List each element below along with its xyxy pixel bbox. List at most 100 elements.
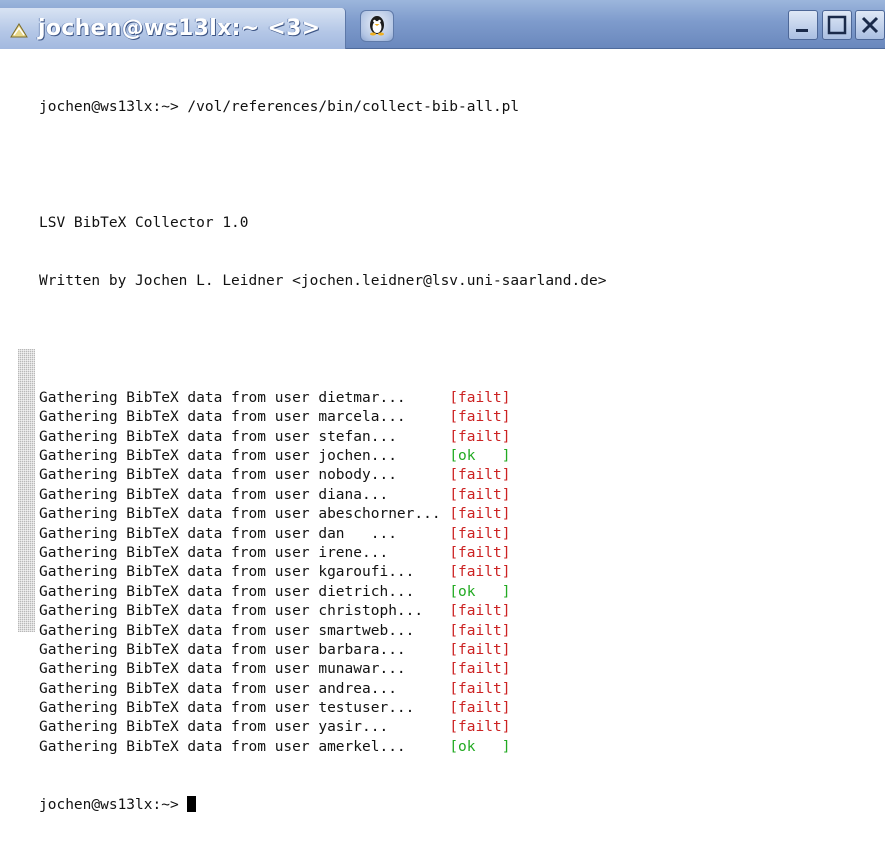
gather-row-text: Gathering BibTeX data from user abeschor… bbox=[39, 506, 450, 523]
close-button[interactable] bbox=[855, 10, 885, 40]
text-cursor bbox=[187, 796, 197, 813]
minimize-button[interactable] bbox=[788, 10, 818, 40]
status-text: failt bbox=[458, 700, 502, 717]
gather-row: Gathering BibTeX data from user marcela.… bbox=[39, 408, 606, 427]
status-bracket: [ bbox=[449, 506, 459, 523]
gather-row-text: Gathering BibTeX data from user andrea..… bbox=[39, 680, 450, 697]
status-text: failt bbox=[458, 544, 502, 561]
tux-icon[interactable] bbox=[360, 10, 394, 42]
status-badge: [failt] bbox=[449, 563, 510, 582]
status-bracket: ] bbox=[501, 389, 511, 406]
status-text: failt bbox=[458, 564, 502, 581]
status-badge: [failt] bbox=[449, 641, 510, 660]
gather-row: Gathering BibTeX data from user amerkel.… bbox=[39, 738, 606, 757]
status-text: failt bbox=[458, 467, 502, 484]
status-badge: [ok ] bbox=[449, 447, 510, 466]
status-badge: [failt] bbox=[449, 389, 510, 408]
gather-row-text: Gathering BibTeX data from user dietrich… bbox=[39, 583, 450, 600]
status-bracket: [ bbox=[449, 409, 459, 426]
status-text: failt bbox=[458, 680, 502, 697]
status-bracket: [ bbox=[449, 700, 459, 717]
prompt-line[interactable]: jochen@ws13lx:~> bbox=[39, 796, 606, 815]
terminal-area[interactable]: jochen@ws13lx:~> /vol/references/bin/col… bbox=[0, 49, 885, 813]
maximize-button[interactable] bbox=[822, 10, 852, 40]
status-badge: [failt] bbox=[449, 718, 510, 737]
gather-row-text: Gathering BibTeX data from user barbara.… bbox=[39, 641, 450, 658]
status-badge: [failt] bbox=[449, 486, 510, 505]
gather-row: Gathering BibTeX data from user andrea..… bbox=[39, 680, 606, 699]
prompt-text: jochen@ws13lx:~> bbox=[39, 797, 188, 814]
status-bracket: ] bbox=[501, 544, 511, 561]
banner-line: LSV BibTeX Collector 1.0 bbox=[39, 215, 249, 232]
status-badge: [ok ] bbox=[449, 738, 510, 757]
banner-line: Written by Jochen L. Leidner <jochen.lei… bbox=[39, 273, 607, 290]
status-text: failt bbox=[458, 719, 502, 736]
status-bracket: [ bbox=[449, 719, 459, 736]
gather-row: Gathering BibTeX data from user kgaroufi… bbox=[39, 563, 606, 582]
status-bracket: [ bbox=[449, 428, 459, 445]
status-badge: [failt] bbox=[449, 622, 510, 641]
status-bracket: [ bbox=[449, 389, 459, 406]
gather-row: Gathering BibTeX data from user irene...… bbox=[39, 544, 606, 563]
status-badge: [failt] bbox=[449, 408, 510, 427]
status-bracket: ] bbox=[501, 486, 511, 503]
status-bracket: ] bbox=[501, 525, 511, 542]
status-bracket: ] bbox=[501, 583, 511, 600]
status-text: ok bbox=[458, 738, 502, 755]
status-bracket: [ bbox=[449, 641, 459, 658]
status-badge: [failt] bbox=[449, 505, 510, 524]
status-bracket: [ bbox=[449, 661, 459, 678]
status-bracket: [ bbox=[449, 738, 459, 755]
gather-row: Gathering BibTeX data from user dan ... … bbox=[39, 525, 606, 544]
gather-row: Gathering BibTeX data from user munawar.… bbox=[39, 660, 606, 679]
command-line: jochen@ws13lx:~> /vol/references/bin/col… bbox=[39, 98, 520, 115]
gather-row: Gathering BibTeX data from user yasir...… bbox=[39, 718, 606, 737]
status-bracket: [ bbox=[449, 583, 459, 600]
status-bracket: [ bbox=[449, 525, 459, 542]
status-text: failt bbox=[458, 506, 502, 523]
status-bracket: ] bbox=[501, 738, 511, 755]
gather-row: Gathering BibTeX data from user abeschor… bbox=[39, 505, 606, 524]
gather-row-text: Gathering BibTeX data from user kgaroufi… bbox=[39, 564, 450, 581]
status-bracket: ] bbox=[501, 428, 511, 445]
status-text: ok bbox=[458, 448, 502, 464]
status-text: failt bbox=[458, 409, 502, 426]
status-bracket: [ bbox=[449, 622, 459, 639]
gather-row: Gathering BibTeX data from user testuser… bbox=[39, 699, 606, 718]
title-bar[interactable]: jochen@ws13lx:~ <3> bbox=[0, 0, 885, 49]
gather-row-text: Gathering BibTeX data from user dan ... bbox=[39, 525, 450, 542]
status-text: failt bbox=[458, 428, 502, 445]
window-tab[interactable]: jochen@ws13lx:~ <3> bbox=[0, 8, 346, 49]
status-bracket: ] bbox=[501, 506, 511, 523]
gather-row-text: Gathering BibTeX data from user marcela.… bbox=[39, 409, 450, 426]
status-badge: [ok ] bbox=[449, 583, 510, 602]
gather-row-text: Gathering BibTeX data from user irene... bbox=[39, 544, 450, 561]
status-badge: [failt] bbox=[449, 660, 510, 679]
gather-row: Gathering BibTeX data from user smartweb… bbox=[39, 622, 606, 641]
gather-row-text: Gathering BibTeX data from user diana... bbox=[39, 486, 450, 503]
minimize-icon bbox=[796, 29, 808, 32]
status-bracket: ] bbox=[501, 661, 511, 678]
status-text: failt bbox=[458, 486, 502, 503]
scrollbar[interactable] bbox=[18, 349, 35, 632]
status-bracket: ] bbox=[501, 603, 511, 620]
gather-rows: Gathering BibTeX data from user dietmar.… bbox=[39, 389, 606, 757]
terminal-window: jochen@ws13lx:~ <3> jochen@ws13lx:~> /vo… bbox=[0, 0, 885, 813]
gather-row-text: Gathering BibTeX data from user smartweb… bbox=[39, 622, 450, 639]
gather-row: Gathering BibTeX data from user barbara.… bbox=[39, 641, 606, 660]
status-bracket: [ bbox=[449, 448, 459, 464]
gather-row-text: Gathering BibTeX data from user dietmar.… bbox=[39, 389, 450, 406]
gather-row-text: Gathering BibTeX data from user munawar.… bbox=[39, 661, 450, 678]
status-bracket: [ bbox=[449, 680, 459, 697]
close-icon bbox=[861, 16, 879, 34]
status-text: ok bbox=[458, 583, 502, 600]
status-bracket: [ bbox=[449, 486, 459, 503]
gather-row-text: Gathering BibTeX data from user testuser… bbox=[39, 700, 450, 717]
status-bracket: ] bbox=[501, 700, 511, 717]
window-menu-icon[interactable] bbox=[8, 20, 30, 42]
status-bracket: ] bbox=[501, 622, 511, 639]
status-bracket: ] bbox=[501, 641, 511, 658]
status-bracket: [ bbox=[449, 544, 459, 561]
